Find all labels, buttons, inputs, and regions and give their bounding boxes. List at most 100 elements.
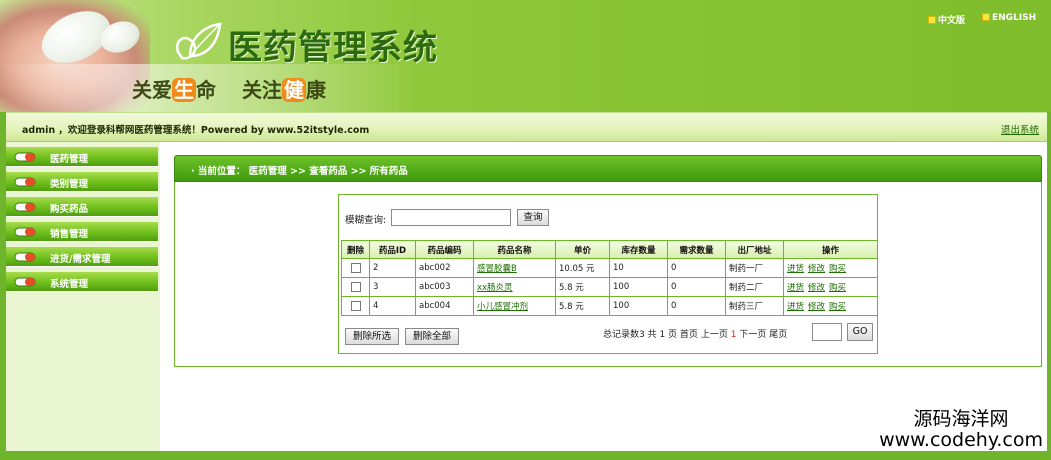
drug-code-cell: abc003 bbox=[415, 277, 474, 297]
welcome-bar: admin ，欢迎登录科帮网医药管理系统！Powered by www.52it… bbox=[6, 112, 1047, 142]
sidebar-item-label: 销售管理 bbox=[50, 229, 89, 240]
delete-selected-button[interactable]: 删除所选 bbox=[345, 328, 399, 345]
prev-page-link[interactable]: 上一页 bbox=[701, 330, 728, 340]
buy-link[interactable]: 购买 bbox=[829, 283, 846, 293]
price-cell: 5.8 元 bbox=[555, 277, 610, 297]
factory-cell: 制药三厂 bbox=[725, 296, 784, 316]
drug-id-cell: 4 bbox=[369, 296, 416, 316]
pill-capsule-icon bbox=[14, 227, 36, 237]
search-input[interactable] bbox=[391, 209, 511, 226]
demand-cell: 0 bbox=[667, 296, 726, 316]
buy-link[interactable]: 购买 bbox=[829, 302, 846, 312]
sidebar-item-label: 医药管理 bbox=[50, 154, 89, 165]
row-select-checkbox[interactable] bbox=[350, 281, 361, 292]
restock-link[interactable]: 进货 bbox=[787, 302, 804, 312]
table-row: 4 abc004 小儿感冒冲剂 5.8 元 100 0 制药三厂 进货 修改 购买 bbox=[341, 296, 878, 316]
column-header: 库存数量 bbox=[609, 240, 668, 259]
pill-capsule-icon bbox=[14, 152, 36, 162]
column-header: 单价 bbox=[555, 240, 610, 259]
last-page-link[interactable]: 尾页 bbox=[769, 330, 787, 340]
column-header: 药品名称 bbox=[473, 240, 556, 259]
sidebar-item-label: 进货/需求管理 bbox=[50, 254, 111, 265]
watermark-title: 源码海洋网 bbox=[913, 408, 1009, 430]
lang-english-link[interactable]: ENGLISH bbox=[982, 13, 1036, 23]
edit-link[interactable]: 修改 bbox=[808, 302, 825, 312]
drug-code-cell: abc002 bbox=[415, 258, 474, 278]
square-bullet-icon bbox=[982, 13, 990, 21]
welcome-message: admin ，欢迎登录科帮网医药管理系统！Powered by www.52it… bbox=[22, 125, 370, 136]
sidebar-item-label: 系统管理 bbox=[50, 279, 89, 290]
drug-name-link[interactable]: xx肠炎灵 bbox=[477, 283, 513, 293]
go-button[interactable]: GO bbox=[847, 323, 873, 341]
price-cell: 10.05 元 bbox=[555, 258, 610, 278]
pill-capsule-icon bbox=[14, 277, 36, 287]
slogan-highlight: 健 bbox=[281, 78, 306, 102]
lang-chinese-link[interactable]: 中文版 bbox=[928, 13, 965, 26]
watermark: 源码海洋网 www.codehy.com bbox=[879, 404, 1043, 451]
column-header: 需求数量 bbox=[667, 240, 726, 259]
header-banner: 医药管理系统 关爱生命 关注健康 中文版 ENGLISH bbox=[0, 0, 1051, 112]
logout-link[interactable]: 退出系统 bbox=[1001, 122, 1039, 136]
edit-link[interactable]: 修改 bbox=[808, 283, 825, 293]
current-page-number: 1 bbox=[730, 330, 737, 340]
drug-name-link[interactable]: 小儿感冒冲剂 bbox=[477, 302, 528, 312]
demand-cell: 0 bbox=[667, 258, 726, 278]
search-button[interactable]: 查询 bbox=[517, 209, 549, 226]
pill-capsule-icon bbox=[14, 202, 36, 212]
breadcrumb-bar: · 当前位置： 医药管理 >> 查看药品 >> 所有药品 bbox=[174, 155, 1042, 182]
next-page-link[interactable]: 下一页 bbox=[739, 330, 766, 340]
lang-english-label: ENGLISH bbox=[992, 13, 1037, 23]
column-header: 药品编码 bbox=[415, 240, 474, 259]
drug-list-panel: 模糊查询: 查询 删除 药品ID 药品编码 药品名称 单价 库存数量 需求数量 … bbox=[338, 194, 878, 354]
slogan: 关爱生命 关注健康 bbox=[132, 74, 326, 103]
drug-id-cell: 3 bbox=[369, 277, 416, 297]
watermark-url: www.codehy.com bbox=[879, 429, 1043, 451]
slogan-text: 康 bbox=[305, 78, 326, 102]
factory-cell: 制药一厂 bbox=[725, 258, 784, 278]
drug-code-cell: abc004 bbox=[415, 296, 474, 316]
pager-summary: 总记录数3 共 1 页 bbox=[603, 330, 678, 340]
table-row: 2 abc002 感冒胶囊B 10.05 元 10 0 制药一厂 进货 修改 购买 bbox=[341, 258, 878, 278]
sidebar-item-label: 类别管理 bbox=[50, 179, 89, 190]
restock-link[interactable]: 进货 bbox=[787, 264, 804, 274]
price-cell: 5.8 元 bbox=[555, 296, 610, 316]
sidebar-item-drug-management[interactable]: 医药管理 bbox=[6, 147, 158, 167]
table-header-row: 删除 药品ID 药品编码 药品名称 单价 库存数量 需求数量 出厂地址 操作 bbox=[341, 240, 878, 259]
delete-all-button[interactable]: 删除全部 bbox=[405, 328, 459, 345]
frame-bottom-border bbox=[0, 451, 1051, 460]
sidebar-item-label: 购买药品 bbox=[50, 204, 89, 215]
drug-id-cell: 2 bbox=[369, 258, 416, 278]
pill-capsule-icon bbox=[14, 177, 36, 187]
column-header: 药品ID bbox=[369, 240, 416, 259]
search-label: 模糊查询: bbox=[345, 215, 387, 226]
leaf-logo-icon bbox=[175, 22, 222, 60]
app-title: 医药管理系统 bbox=[228, 28, 438, 68]
restock-link[interactable]: 进货 bbox=[787, 283, 804, 293]
breadcrumb: · 当前位置： 医药管理 >> 查看药品 >> 所有药品 bbox=[191, 166, 408, 177]
stock-cell: 10 bbox=[609, 258, 668, 278]
drug-name-link[interactable]: 感冒胶囊B bbox=[477, 264, 517, 274]
table-row: 3 abc003 xx肠炎灵 5.8 元 100 0 制药二厂 进货 修改 购买 bbox=[341, 277, 878, 297]
sidebar-item-sales-management[interactable]: 销售管理 bbox=[6, 222, 158, 242]
edit-link[interactable]: 修改 bbox=[808, 264, 825, 274]
demand-cell: 0 bbox=[667, 277, 726, 297]
sidebar-item-system-management[interactable]: 系统管理 bbox=[6, 272, 158, 292]
sidebar-item-purchase-demand[interactable]: 进货/需求管理 bbox=[6, 247, 158, 267]
slogan-text: 关注 bbox=[241, 78, 282, 102]
lang-chinese-label: 中文版 bbox=[938, 16, 966, 26]
drug-table: 删除 药品ID 药品编码 药品名称 单价 库存数量 需求数量 出厂地址 操作 2… bbox=[341, 240, 878, 316]
slogan-highlight: 生 bbox=[172, 78, 196, 102]
row-select-checkbox[interactable] bbox=[350, 300, 361, 311]
pill-capsule-icon bbox=[14, 252, 36, 262]
sidebar-item-buy-drugs[interactable]: 购买药品 bbox=[6, 197, 158, 217]
sidebar-item-category-management[interactable]: 类别管理 bbox=[6, 172, 158, 192]
page-number-input[interactable] bbox=[812, 323, 842, 341]
stock-cell: 100 bbox=[609, 296, 668, 316]
pagination: 总记录数3 共 1 页 首页 上一页 1 下一页 尾页 bbox=[603, 327, 787, 340]
first-page-link[interactable]: 首页 bbox=[680, 330, 698, 340]
buy-link[interactable]: 购买 bbox=[829, 264, 846, 274]
slogan-text: 命 bbox=[196, 78, 216, 102]
square-bullet-icon bbox=[928, 16, 936, 24]
row-select-checkbox[interactable] bbox=[350, 262, 361, 273]
column-header: 操作 bbox=[783, 240, 878, 259]
